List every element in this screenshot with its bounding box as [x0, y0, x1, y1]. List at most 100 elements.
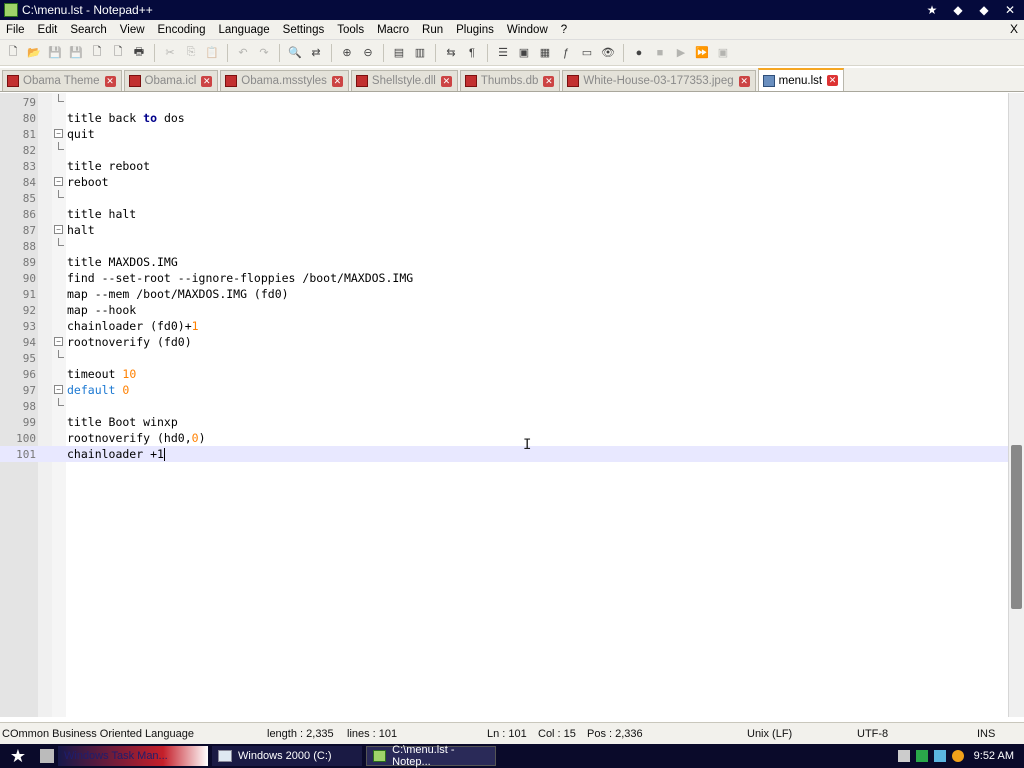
status-encoding[interactable]: UTF-8 — [857, 728, 888, 740]
replace-icon[interactable]: ⇄ — [307, 44, 325, 62]
code-line[interactable]: 82 — [0, 142, 1008, 158]
show-all-chars-icon[interactable]: ¶ — [463, 44, 481, 62]
title-bar[interactable]: C:\menu.lst - Notepad++ ★ ◆ ◆ ✕ — [0, 0, 1024, 20]
redo-icon[interactable]: ↷ — [255, 44, 273, 62]
tab-shellstyle-dll[interactable]: Shellstyle.dll ✕ — [350, 70, 458, 91]
close-window-icon[interactable]: ✕ — [1002, 3, 1018, 17]
code-line[interactable]: 97 − default 0 — [0, 382, 1008, 398]
tab-obama-msstyles[interactable]: Obama.msstyles ✕ — [220, 70, 349, 91]
code-line[interactable]: 95 — [0, 350, 1008, 366]
open-file-icon[interactable]: 📂 — [25, 44, 43, 62]
code-line[interactable]: 96 timeout 10 — [0, 366, 1008, 382]
tab-menu-lst[interactable]: menu.lst ✕ — [757, 68, 845, 91]
close-document-icon[interactable]: X — [1010, 22, 1018, 36]
code-line[interactable]: 101 chainloader +1 — [0, 446, 1008, 462]
menu-window[interactable]: Window — [501, 24, 555, 36]
cut-icon[interactable]: ✂ — [161, 44, 179, 62]
indent-guide-icon[interactable]: ☰ — [494, 44, 512, 62]
tab-close-icon[interactable]: ✕ — [827, 75, 839, 86]
code-line[interactable]: 99 title Boot winxp — [0, 414, 1008, 430]
print-icon[interactable]: 🖶 — [130, 44, 148, 62]
code-line[interactable]: 91 map --mem /boot/MAXDOS.IMG (fd0) — [0, 286, 1008, 302]
doc-map-icon[interactable]: ▦ — [536, 44, 554, 62]
network-icon[interactable] — [915, 750, 928, 762]
sync-vertical-icon[interactable]: ▤ — [390, 44, 408, 62]
copy-icon[interactable]: ⎘ — [182, 44, 200, 62]
tab-thumbs-db[interactable]: Thumbs.db ✕ — [459, 70, 561, 91]
play-macro-icon[interactable]: ▶ — [672, 44, 690, 62]
tab-obama-icl[interactable]: Obama.icl ✕ — [123, 70, 219, 91]
menu-settings[interactable]: Settings — [277, 24, 332, 36]
save-all-icon[interactable]: 💾 — [67, 44, 85, 62]
paste-icon[interactable]: 📋 — [203, 44, 221, 62]
code-line[interactable]: 87 − halt — [0, 222, 1008, 238]
function-list-icon[interactable]: ƒ — [557, 44, 575, 62]
close-all-icon[interactable]: 🗋 — [109, 44, 127, 62]
new-file-icon[interactable]: 🗋 — [4, 44, 22, 62]
menu-macro[interactable]: Macro — [371, 24, 416, 36]
monitor-icon[interactable]: 👁 — [599, 44, 617, 62]
task-button-notepad[interactable]: C:\menu.lst - Notep... — [366, 744, 496, 768]
menu-search[interactable]: Search — [64, 24, 113, 36]
run-macro-multiple-icon[interactable]: ⏩ — [693, 44, 711, 62]
code-line[interactable]: 92 map --hook — [0, 302, 1008, 318]
menu-help[interactable]: ? — [555, 24, 574, 36]
fold-toggle-icon[interactable]: − — [54, 337, 63, 346]
tab-obama-theme[interactable]: Obama Theme ✕ — [2, 70, 122, 91]
zoom-in-icon[interactable]: ⊕ — [338, 44, 356, 62]
clock[interactable]: 9:52 AM — [974, 750, 1014, 762]
menu-tools[interactable]: Tools — [331, 24, 371, 36]
fold-toggle-icon[interactable]: − — [54, 385, 63, 394]
menu-language[interactable]: Language — [212, 24, 276, 36]
user-lang-icon[interactable]: ▣ — [515, 44, 533, 62]
zoom-out-icon[interactable]: ⊖ — [359, 44, 377, 62]
sync-horizontal-icon[interactable]: ▥ — [411, 44, 429, 62]
code-line[interactable]: 100 rootnoverify (hd0,0) — [0, 430, 1008, 446]
code-line[interactable]: 88 — [0, 238, 1008, 254]
minimize-icon[interactable]: ◆ — [950, 3, 966, 17]
code-line[interactable]: 86 title halt — [0, 206, 1008, 222]
task-button-task-manager[interactable]: Windows Task Man... — [58, 746, 208, 766]
code-line[interactable]: 89 title MAXDOS.IMG — [0, 254, 1008, 270]
task-button-windows-2000[interactable]: Windows 2000 (C:) — [212, 746, 362, 766]
menu-encoding[interactable]: Encoding — [152, 24, 213, 36]
quick-launch-icon[interactable] — [40, 749, 54, 763]
folder-workspace-icon[interactable]: ▭ — [578, 44, 596, 62]
tab-close-icon[interactable]: ✕ — [104, 75, 116, 87]
stop-macro-icon[interactable]: ■ — [651, 44, 669, 62]
record-macro-icon[interactable]: ● — [630, 44, 648, 62]
tab-close-icon[interactable]: ✕ — [331, 75, 343, 87]
code-line[interactable]: 94 − rootnoverify (fd0) — [0, 334, 1008, 350]
start-button[interactable]: ★ — [0, 744, 36, 768]
menu-plugins[interactable]: Plugins — [450, 24, 501, 36]
code-line[interactable]: 79 — [0, 94, 1008, 110]
status-eol[interactable]: Unix (LF) — [747, 728, 792, 740]
code-line[interactable]: 98 — [0, 398, 1008, 414]
fold-toggle-icon[interactable]: − — [54, 177, 63, 186]
code-line[interactable]: 93 chainloader (fd0)+1 — [0, 318, 1008, 334]
menu-edit[interactable]: Edit — [32, 24, 65, 36]
tab-close-icon[interactable]: ✕ — [543, 75, 555, 87]
tab-close-icon[interactable]: ✕ — [201, 75, 213, 87]
fold-toggle-icon[interactable]: − — [54, 129, 63, 138]
code-line[interactable]: 90 find --set-root --ignore-floppies /boo… — [0, 270, 1008, 286]
tab-close-icon[interactable]: ✕ — [738, 75, 750, 87]
code-line[interactable]: 85 — [0, 190, 1008, 206]
save-icon[interactable]: 💾 — [46, 44, 64, 62]
find-icon[interactable]: 🔍 — [286, 44, 304, 62]
tab-close-icon[interactable]: ✕ — [440, 75, 452, 87]
fold-toggle-icon[interactable]: − — [54, 225, 63, 234]
text-editor[interactable]: 79 80 title back to dos 81− quit 82 83 title re… — [0, 93, 1024, 717]
pin-icon[interactable]: ★ — [924, 3, 940, 17]
close-file-icon[interactable]: 🗋 — [88, 44, 106, 62]
recycle-icon[interactable] — [933, 750, 946, 762]
menu-file[interactable]: File — [0, 24, 32, 36]
scrollbar-thumb[interactable] — [1011, 445, 1022, 609]
keyboard-icon[interactable] — [897, 750, 910, 762]
vertical-scrollbar[interactable] — [1008, 93, 1024, 717]
word-wrap-icon[interactable]: ⇆ — [442, 44, 460, 62]
save-macro-icon[interactable]: ▣ — [714, 44, 732, 62]
menu-run[interactable]: Run — [416, 24, 450, 36]
undo-icon[interactable]: ↶ — [234, 44, 252, 62]
maximize-icon[interactable]: ◆ — [976, 3, 992, 17]
